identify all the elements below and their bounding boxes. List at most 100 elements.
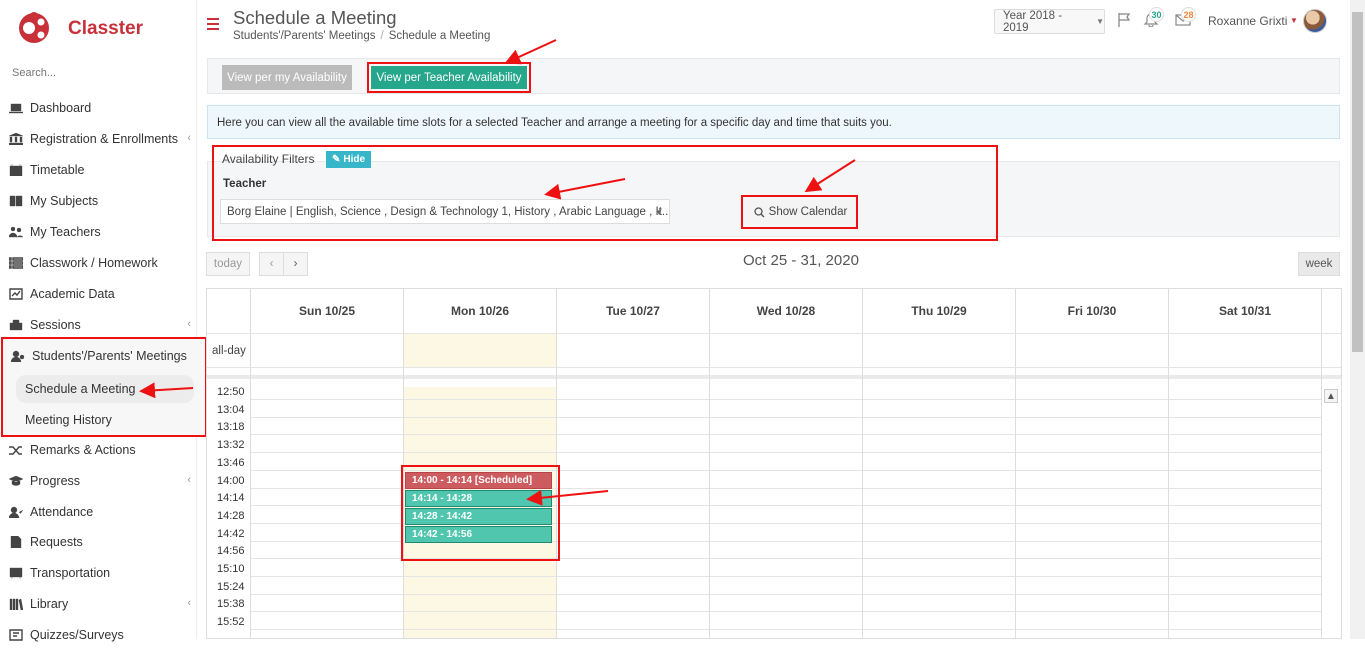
user-name[interactable]: Roxanne Grixti [1208, 14, 1287, 28]
avatar[interactable] [1303, 9, 1327, 33]
sidebar-item-timetable[interactable]: Timetable [0, 155, 197, 185]
flag-icon[interactable] [1117, 12, 1133, 27]
time-label: 14:56 [217, 545, 245, 558]
book-icon [8, 195, 24, 207]
app-brand: Classter [68, 18, 143, 39]
scheduled-meeting-slot[interactable]: 14:00 - 14:14 [Scheduled] [405, 472, 552, 489]
hide-filters-button[interactable]: ✎ Hide [326, 151, 371, 168]
page-scrollbar[interactable] [1350, 0, 1365, 639]
all-day-label: all-day [212, 345, 246, 357]
sessions-icon [8, 319, 24, 331]
next-week-button[interactable]: › [283, 252, 308, 276]
column-line [403, 289, 404, 638]
view-tabs: View per my Availability View per Teache… [207, 58, 1340, 94]
prev-week-button[interactable]: ‹ [259, 252, 284, 276]
chevron-left-icon: ‹ [187, 132, 191, 144]
sidebar-item-classwork-homework[interactable]: Classwork / Homework [0, 248, 197, 278]
library-icon [8, 598, 24, 610]
sidebar-item-dashboard[interactable]: Dashboard [0, 93, 197, 123]
sidebar-item-my-teachers[interactable]: My Teachers [0, 217, 197, 247]
teacher-select[interactable]: Borg Elaine | English, Science , Design … [220, 199, 670, 224]
scrollbar-thumb[interactable] [1352, 12, 1363, 352]
sidebar-subitem-schedule-meeting[interactable]: Schedule a Meeting [16, 375, 194, 403]
column-line [709, 289, 710, 638]
subitem-label: Schedule a Meeting [25, 382, 136, 396]
tab-teacher-availability[interactable]: View per Teacher Availability [371, 66, 527, 89]
available-meeting-slot[interactable]: 14:28 - 14:42 [405, 508, 552, 525]
available-meeting-slot[interactable]: 14:14 - 14:28 [405, 490, 552, 507]
quiz-icon [8, 629, 24, 641]
slot-line [250, 416, 1321, 418]
sidebar-item-label: My Teachers [30, 225, 101, 239]
time-label: 13:32 [217, 439, 245, 452]
sidebar-item-transportation[interactable]: Transportation [0, 558, 197, 588]
calendar-toolbar: today ‹ › Oct 25 - 31, 2020 week [206, 252, 1340, 278]
year-select[interactable]: Year 2018 - 2019 ▼ [994, 9, 1105, 34]
slot-line [250, 593, 1321, 595]
show-calendar-button[interactable]: Show Calendar [747, 200, 854, 224]
time-label: 15:38 [217, 598, 245, 611]
today-button[interactable]: today [206, 252, 250, 276]
info-alert: Here you can view all the available time… [207, 105, 1340, 139]
sidebar-item-progress[interactable]: Progress ‹ [0, 466, 197, 496]
calendar-grid: all-day Sun 10/25 Mon 10/26 Tue 10/27 Wed 1… [206, 288, 1342, 639]
subitem-label: Meeting History [25, 413, 112, 427]
graduation-icon [8, 475, 24, 487]
sidebar-subitem-meeting-history[interactable]: Meeting History [16, 406, 194, 434]
sidebar-item-label: Attendance [30, 505, 94, 519]
sidebar-item-label: Registration & Enrollments [30, 132, 178, 146]
time-label: 15:24 [217, 580, 245, 593]
day-header: Tue 10/27 [556, 289, 709, 333]
slot-line [250, 399, 1321, 400]
meeting-icon [10, 350, 26, 362]
calendar-icon [8, 164, 24, 176]
column-line [862, 289, 863, 638]
user-check-icon [8, 506, 24, 518]
row-line [207, 333, 1341, 334]
notifications-badge: 30 [1149, 7, 1164, 22]
sidebar-item-remarks-actions[interactable]: Remarks & Actions [0, 435, 197, 465]
classter-logo[interactable] [16, 10, 52, 46]
sidebar-item-label: Progress [30, 474, 81, 488]
time-label: 14:00 [217, 474, 245, 487]
sidebar-item-requests[interactable]: Requests [0, 527, 197, 557]
filters-legend: Availability Filters [222, 152, 315, 166]
chevron-left-icon: ‹ [187, 474, 191, 486]
chevron-left-icon: ‹ [187, 318, 191, 330]
chart-icon [8, 288, 24, 300]
sidebar-item-my-subjects[interactable]: My Subjects [0, 186, 197, 216]
sidebar-item-registration-enrollments[interactable]: Registration & Enrollments ‹ [0, 124, 197, 154]
scroll-up-icon[interactable]: ▲ [1324, 389, 1338, 403]
day-header: Mon 10/26 [403, 289, 556, 333]
time-label: 14:14 [217, 492, 245, 505]
users-icon [8, 226, 24, 238]
sidebar-item-library[interactable]: Library ‹ [0, 589, 197, 619]
sidebar-item-sessions[interactable]: Sessions ‹ [0, 310, 197, 340]
time-label: 15:10 [217, 563, 245, 575]
chevron-left-icon: ‹ [187, 597, 191, 609]
available-meeting-slot[interactable]: 14:42 - 14:56 [405, 526, 552, 543]
sidebar-item-students-parents-meetings[interactable]: Students'/Parents' Meetings ‹ [0, 341, 197, 371]
sidebar-item-quizzes-surveys[interactable]: Quizzes/Surveys [0, 620, 197, 650]
tab-my-availability[interactable]: View per my Availability [222, 65, 352, 90]
week-view-button[interactable]: week [1298, 252, 1340, 276]
allday-divider [207, 375, 1341, 379]
day-header: Thu 10/29 [862, 289, 1015, 333]
time-label: 13:18 [217, 421, 245, 434]
sidebar: Classter Dashboard Registration & Enrollm… [0, 0, 207, 642]
search-input[interactable] [12, 67, 182, 79]
teacher-label: Teacher [223, 178, 267, 190]
slot-line [250, 576, 1321, 577]
sidebar-item-attendance[interactable]: Attendance [0, 497, 197, 527]
bank-icon [8, 133, 24, 145]
sidebar-item-label: Transportation [30, 566, 111, 580]
page-title: Schedule a Meeting [233, 7, 397, 28]
breadcrumb-item[interactable]: Students'/Parents' Meetings [233, 30, 375, 42]
sidebar-item-academic-data[interactable]: Academic Data [0, 279, 197, 309]
column-line [1168, 289, 1169, 638]
column-line [556, 289, 557, 638]
time-label: 14:28 [217, 509, 245, 522]
caret-down-icon[interactable]: ▼ [1290, 16, 1298, 25]
hamburger-menu-icon[interactable] [207, 18, 219, 30]
sidebar-item-label: My Subjects [30, 194, 99, 208]
